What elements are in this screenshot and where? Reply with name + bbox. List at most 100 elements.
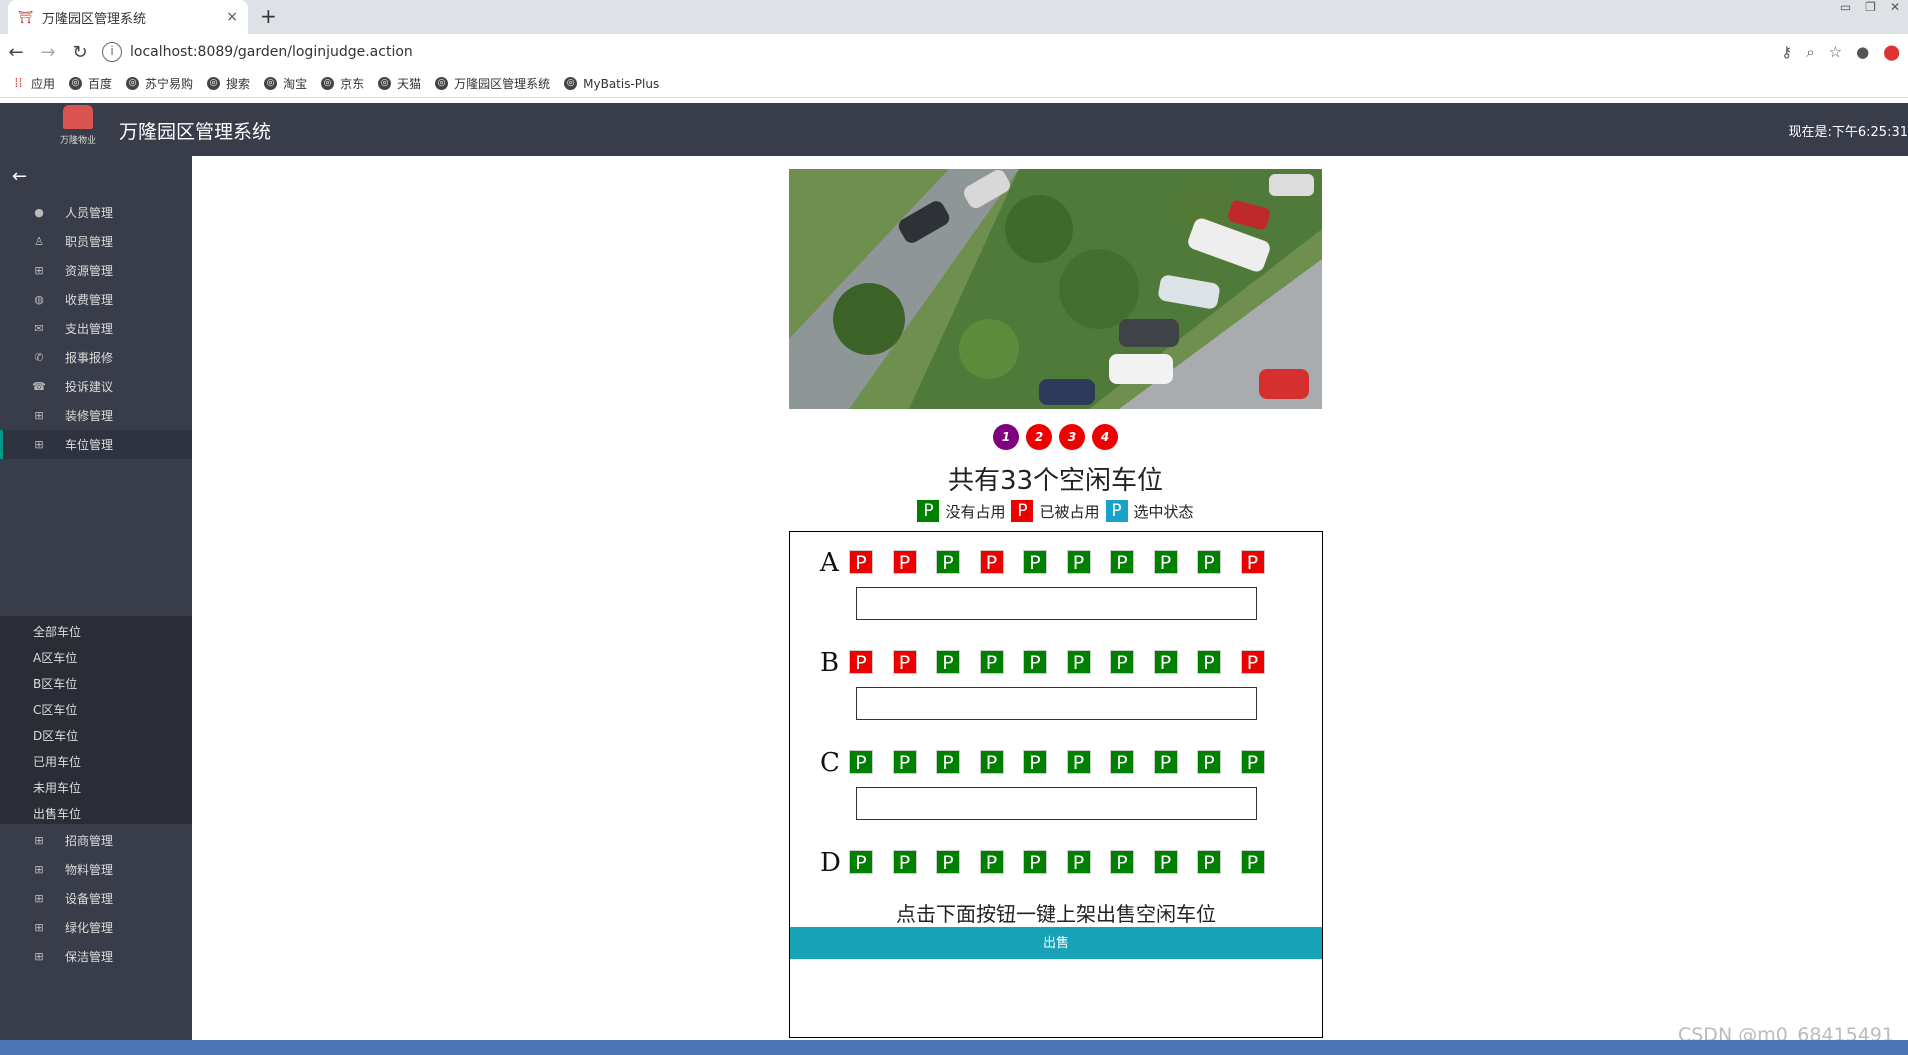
bookmark-item[interactable]: ⁞⁞ 应用 xyxy=(12,75,55,92)
forward-icon[interactable]: → xyxy=(32,42,64,63)
parking-spot[interactable]: P xyxy=(1153,750,1178,774)
row-input[interactable] xyxy=(856,687,1257,720)
info-icon[interactable]: i xyxy=(102,42,122,62)
parking-spot[interactable]: P xyxy=(936,650,960,674)
parking-spot[interactable]: P xyxy=(1023,650,1047,674)
parking-spot[interactable]: P xyxy=(936,850,960,874)
parking-spot[interactable]: P xyxy=(979,550,1004,574)
parking-spot[interactable]: P xyxy=(979,650,1004,674)
parking-spot[interactable]: P xyxy=(1023,750,1047,774)
bookmark-item[interactable]: ◎ 搜索 xyxy=(207,75,250,92)
parking-spot[interactable]: P xyxy=(1197,550,1221,574)
parking-spot[interactable]: P xyxy=(936,550,960,574)
parking-spot[interactable]: P xyxy=(892,750,917,774)
parking-spot[interactable]: P xyxy=(1240,850,1265,874)
sidebar-item[interactable]: ● 人员管理 xyxy=(0,198,192,227)
submenu-item[interactable]: A区车位 xyxy=(33,649,77,666)
parking-spot[interactable]: P xyxy=(892,550,917,574)
sidebar-item[interactable]: ⊞ 设备管理 xyxy=(0,884,192,913)
bookmark-item[interactable]: ◎ 万隆园区管理系统 xyxy=(435,75,550,92)
company-logo[interactable]: 万隆物业 xyxy=(56,103,100,156)
parking-spot[interactable]: P xyxy=(1240,650,1265,674)
bookmark-item[interactable]: ◎ 百度 xyxy=(69,75,112,92)
sidebar-item[interactable]: ✆ 报事报修 xyxy=(0,343,192,372)
parking-spot[interactable]: P xyxy=(1240,550,1265,574)
sidebar-item-label: 装修管理 xyxy=(65,409,114,423)
parking-spot[interactable]: P xyxy=(892,850,917,874)
submenu-item[interactable]: 全部车位 xyxy=(33,623,81,640)
sidebar-item[interactable]: ⊞ 装修管理 xyxy=(0,401,192,430)
parking-spot[interactable]: P xyxy=(1153,550,1178,574)
sidebar-item[interactable]: ☎ 投诉建议 xyxy=(0,372,192,401)
parking-spot[interactable]: P xyxy=(1197,850,1221,874)
parking-spot[interactable]: P xyxy=(1023,550,1047,574)
sidebar-item[interactable]: ⊞ 车位管理 xyxy=(0,430,192,459)
parking-spot[interactable]: P xyxy=(1066,750,1091,774)
reload-icon[interactable]: ↻ xyxy=(64,42,96,63)
submenu-item[interactable]: B区车位 xyxy=(33,675,77,692)
bookmark-item[interactable]: ◎ 京东 xyxy=(321,75,364,92)
parking-spot[interactable]: P xyxy=(1066,850,1091,874)
back-icon[interactable]: ← xyxy=(0,42,32,63)
parking-spot[interactable]: P xyxy=(1110,750,1134,774)
url-text[interactable]: localhost:8089/garden/loginjudge.action xyxy=(130,44,413,60)
sidebar-item[interactable]: ⊞ 资源管理 xyxy=(0,256,192,285)
close-tab-icon[interactable]: × xyxy=(226,9,238,25)
parking-spot[interactable]: P xyxy=(1066,650,1091,674)
submenu-item[interactable]: 已用车位 xyxy=(33,753,81,770)
parking-spot[interactable]: P xyxy=(979,850,1004,874)
sidebar-item[interactable]: ⊞ 绿化管理 xyxy=(0,913,192,942)
sidebar-item[interactable]: ⊞ 招商管理 xyxy=(0,826,192,855)
parking-spot[interactable]: P xyxy=(849,850,873,874)
minimize-icon[interactable]: ▭ xyxy=(1840,0,1851,14)
parking-spot[interactable]: P xyxy=(849,550,873,574)
sidebar-item-label: 保洁管理 xyxy=(65,950,114,964)
star-icon[interactable]: ☆ xyxy=(1829,43,1842,61)
sidebar-item[interactable]: ♙ 职员管理 xyxy=(0,227,192,256)
submenu-item[interactable]: D区车位 xyxy=(33,727,78,744)
carousel-dot[interactable]: 3 xyxy=(1059,424,1085,450)
parking-spot[interactable]: P xyxy=(1240,750,1265,774)
sidebar-item[interactable]: ◍ 收费管理 xyxy=(0,285,192,314)
parking-spot[interactable]: P xyxy=(849,650,873,674)
bookmark-item[interactable]: ◎ 淘宝 xyxy=(264,75,307,92)
parking-spot[interactable]: P xyxy=(1110,850,1134,874)
sidebar-item[interactable]: ✉ 支出管理 xyxy=(0,314,192,343)
restore-icon[interactable]: ❐ xyxy=(1865,0,1876,14)
parking-spot[interactable]: P xyxy=(1066,550,1091,574)
sidebar-item[interactable]: ⊞ 物料管理 xyxy=(0,855,192,884)
row-input[interactable] xyxy=(856,587,1257,620)
parking-spot[interactable]: P xyxy=(1110,650,1134,674)
carousel-dot[interactable]: 4 xyxy=(1092,424,1118,450)
carousel-dot[interactable]: 1 xyxy=(993,424,1019,450)
extension-icon[interactable]: ⬤ xyxy=(1883,43,1900,61)
key-icon[interactable]: ⚷ xyxy=(1781,43,1792,61)
parking-spot[interactable]: P xyxy=(892,650,917,674)
parking-spot[interactable]: P xyxy=(1110,550,1134,574)
submenu-item[interactable]: 出售车位 xyxy=(33,805,81,822)
parking-spot[interactable]: P xyxy=(1197,650,1221,674)
parking-spot[interactable]: P xyxy=(1023,850,1047,874)
bookmark-item[interactable]: ◎ MyBatis-Plus xyxy=(564,77,659,91)
profile-icon[interactable]: ● xyxy=(1856,43,1869,61)
parking-spot[interactable]: P xyxy=(1197,750,1221,774)
browser-tab[interactable]: ⛩ 万隆园区管理系统 × xyxy=(8,0,248,34)
row-input[interactable] xyxy=(856,787,1257,820)
sidebar-item[interactable]: ⊞ 保洁管理 xyxy=(0,942,192,971)
address-bar[interactable]: i localhost:8089/garden/loginjudge.actio… xyxy=(102,38,1781,66)
bookmark-item[interactable]: ◎ 苏宁易购 xyxy=(126,75,193,92)
parking-spot[interactable]: P xyxy=(1153,850,1178,874)
zoom-icon[interactable]: ⌕ xyxy=(1806,43,1814,61)
parking-spot[interactable]: P xyxy=(1153,650,1178,674)
parking-spot[interactable]: P xyxy=(849,750,873,774)
carousel-dot[interactable]: 2 xyxy=(1026,424,1052,450)
submenu-item[interactable]: 未用车位 xyxy=(33,779,81,796)
sell-button[interactable]: 出售 xyxy=(790,927,1322,959)
submenu-item[interactable]: C区车位 xyxy=(33,701,77,718)
new-tab-button[interactable]: + xyxy=(260,6,277,26)
window-close-icon[interactable]: ✕ xyxy=(1890,0,1900,14)
bookmark-item[interactable]: ◎ 天猫 xyxy=(378,75,421,92)
parking-spot[interactable]: P xyxy=(936,750,960,774)
collapse-sidebar-icon[interactable]: ← xyxy=(12,166,27,187)
parking-spot[interactable]: P xyxy=(979,750,1004,774)
